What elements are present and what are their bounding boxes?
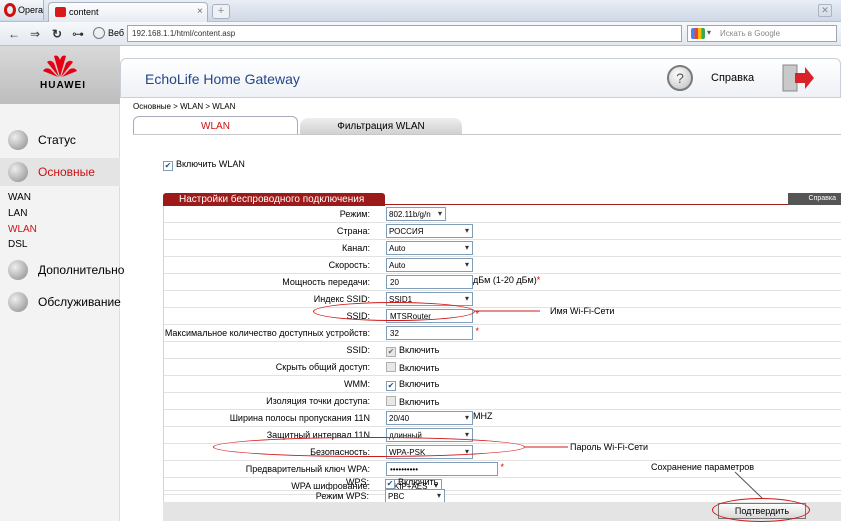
psk-callout: Пароль Wi-Fi-Сети xyxy=(570,442,649,452)
annotation-lines xyxy=(475,310,763,499)
ssid-callout: Имя Wi-Fi-Сети xyxy=(550,306,615,316)
save-callout: Сохранение параметров xyxy=(651,462,755,472)
